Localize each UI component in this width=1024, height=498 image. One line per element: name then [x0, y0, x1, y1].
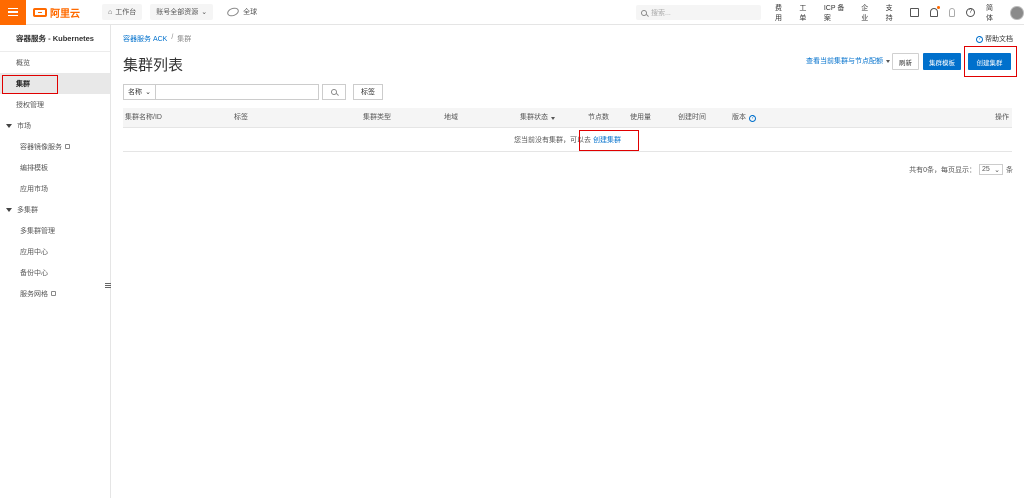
- caret-down-icon: [886, 59, 890, 63]
- external-link-icon: [51, 291, 56, 296]
- breadcrumb-separator: /: [171, 34, 174, 41]
- external-link-icon: [65, 144, 70, 149]
- highlight-box-create-button: [964, 46, 1017, 77]
- top-link-support[interactable]: 支持: [886, 3, 899, 23]
- menu-icon[interactable]: [0, 0, 26, 25]
- top-link-billing[interactable]: 费用: [775, 3, 788, 23]
- help-icon[interactable]: ?: [749, 114, 756, 122]
- pagination-suffix: 条: [1006, 166, 1013, 174]
- sidebar-item-overview[interactable]: 概览: [0, 52, 110, 73]
- column-header-type: 集群类型: [363, 114, 391, 121]
- sidebar-group-market[interactable]: 市场: [0, 115, 110, 136]
- breadcrumb-ack[interactable]: 容器服务 ACK: [123, 34, 167, 44]
- sidebar: 容器服务 - Kubernetes 概览 集群 授权管理 市场 容器镜像服务 编…: [0, 25, 111, 498]
- region-selector[interactable]: 全球: [226, 6, 257, 18]
- aliyun-logo[interactable]: 阿里云: [33, 5, 80, 20]
- chevron-down-icon: ⌄: [994, 166, 1000, 174]
- pagination: 共有0条，每页显示： 25 ⌄ 条: [909, 164, 1013, 175]
- filter-search-input[interactable]: [156, 84, 319, 100]
- home-icon: ⌂: [108, 8, 113, 16]
- breadcrumb: 容器服务 ACK / 集群: [123, 34, 191, 44]
- top-link-ticket[interactable]: 工单: [799, 3, 812, 23]
- chevron-down-icon: ⌄: [145, 89, 151, 96]
- page-size-select[interactable]: 25 ⌄: [979, 164, 1003, 175]
- highlight-box-create-link: [579, 130, 639, 151]
- language-switch[interactable]: 简体: [986, 3, 999, 23]
- search-icon: [331, 89, 337, 95]
- filter-field-select[interactable]: 名称 ⌄: [123, 84, 156, 100]
- search-button[interactable]: [322, 84, 346, 100]
- resource-selector[interactable]: 账号全部资源 ⌄: [150, 4, 214, 20]
- help-icon[interactable]: ?: [966, 8, 976, 17]
- column-header-tags: 标签: [234, 114, 248, 121]
- sidebar-item-app-market[interactable]: 应用市场: [0, 178, 110, 199]
- top-links: 费用 工单 ICP 备案 企业 支持 ? 简体: [775, 0, 1024, 25]
- page-title: 集群列表: [123, 57, 184, 74]
- column-header-created: 创建时间: [678, 114, 706, 121]
- highlight-box-sidebar-clusters: [2, 75, 58, 94]
- tag-filter-button[interactable]: 标签: [353, 84, 383, 100]
- breadcrumb-current: 集群: [177, 36, 192, 43]
- main-content: 容器服务 ACK / 集群 ? 帮助文档 集群列表 查看当前集群与节点配额 刷新…: [111, 25, 1024, 498]
- sidebar-item-templates[interactable]: 编排模板: [0, 157, 110, 178]
- help-doc-link[interactable]: ? 帮助文档: [976, 34, 1013, 44]
- search-icon: [641, 9, 647, 16]
- bell-icon[interactable]: [929, 6, 940, 17]
- top-link-enterprise[interactable]: 企业: [861, 3, 874, 23]
- chevron-down-icon: ⌄: [201, 9, 208, 16]
- lightbulb-icon[interactable]: [948, 8, 956, 17]
- column-header-name: 集群名称/ID: [125, 114, 162, 121]
- aliyun-logo-icon: [33, 7, 47, 17]
- sort-icon: [551, 116, 555, 120]
- refresh-button[interactable]: 刷新: [892, 53, 919, 70]
- sidebar-group-multicluster[interactable]: 多集群: [0, 199, 110, 220]
- sidebar-item-image-service[interactable]: 容器镜像服务: [0, 136, 110, 157]
- caret-down-icon: [6, 123, 12, 128]
- help-icon: ?: [976, 35, 983, 43]
- sidebar-title: 容器服务 - Kubernetes: [0, 25, 110, 52]
- sidebar-item-backup-center[interactable]: 备份中心: [0, 262, 110, 283]
- notification-dot: [936, 6, 940, 9]
- top-link-icp[interactable]: ICP 备案: [824, 3, 850, 23]
- filter-row: 名称 ⌄ 标签: [123, 84, 383, 100]
- column-header-version: 版本 ?: [732, 108, 756, 128]
- cluster-template-button[interactable]: 集群模板: [923, 53, 961, 70]
- avatar[interactable]: [1010, 5, 1024, 20]
- view-quota-link[interactable]: 查看当前集群与节点配额: [806, 56, 890, 66]
- sidebar-item-service-mesh[interactable]: 服务网格: [0, 283, 110, 304]
- sidebar-item-authorization[interactable]: 授权管理: [0, 94, 110, 115]
- sidebar-item-app-center[interactable]: 应用中心: [0, 241, 110, 262]
- terminal-icon[interactable]: [910, 8, 919, 17]
- globe-icon: [226, 6, 241, 18]
- global-search-input[interactable]: 搜索...: [636, 5, 761, 20]
- pagination-total: 共有0条，每页显示：: [909, 166, 976, 174]
- caret-down-icon: [6, 207, 12, 212]
- column-header-region: 地域: [444, 114, 458, 121]
- top-navigation-bar: 阿里云 ⌂ 工作台 账号全部资源 ⌄ 全球 搜索... 费用 工单 ICP 备案…: [0, 0, 1024, 25]
- empty-table-row: 您当前没有集群，可以去 创建集群: [123, 128, 1012, 152]
- column-header-nodes: 节点数: [588, 114, 609, 121]
- table-header: 集群名称/ID 标签 集群类型 地域 集群状态 节点数 使用量 创建时间 版本 …: [123, 108, 1012, 128]
- column-header-usage: 使用量: [630, 114, 651, 121]
- column-header-actions: 操作: [995, 114, 1009, 121]
- column-header-status[interactable]: 集群状态: [520, 108, 555, 128]
- sidebar-item-multicluster-mgmt[interactable]: 多集群管理: [0, 220, 110, 241]
- workbench-button[interactable]: ⌂ 工作台: [102, 4, 143, 20]
